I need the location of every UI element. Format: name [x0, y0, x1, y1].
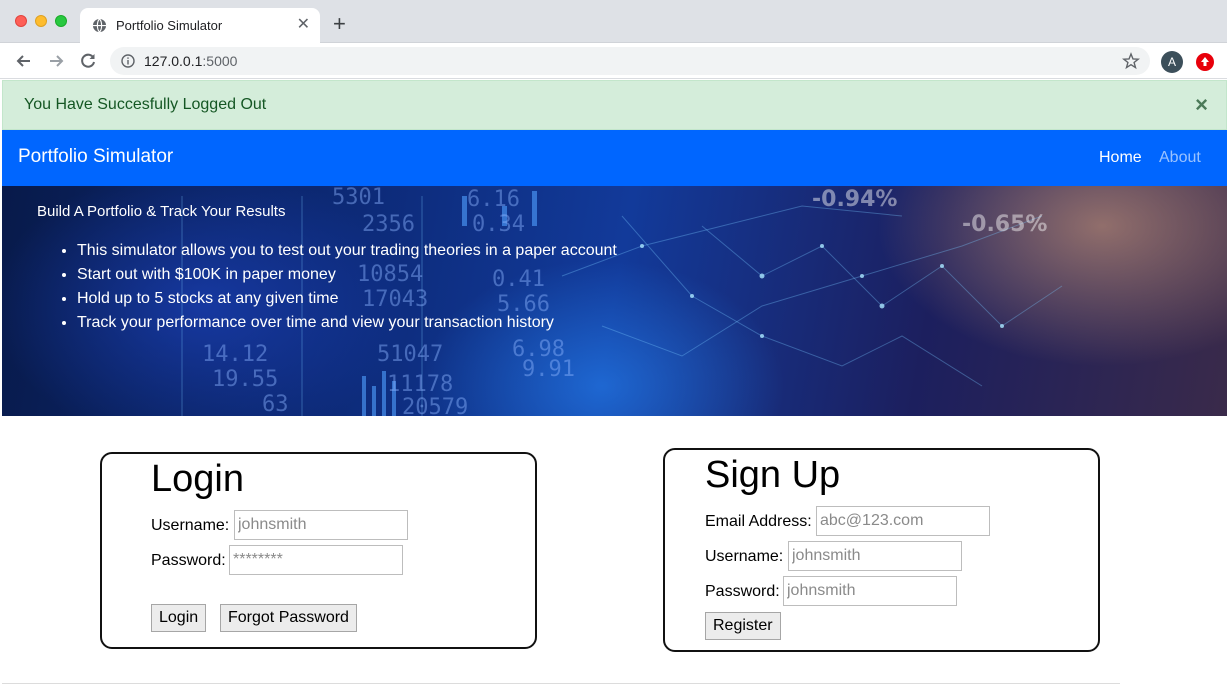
browser-tab[interactable]: Portfolio Simulator ✕: [80, 8, 320, 43]
email-label: Email Address:: [705, 513, 812, 530]
username-label: Username:: [705, 548, 784, 565]
bookmark-star-icon[interactable]: [1122, 52, 1140, 70]
signup-email-input[interactable]: [816, 506, 990, 536]
svg-text:20579: 20579: [402, 395, 468, 416]
reload-icon[interactable]: [78, 51, 98, 71]
url-port: :5000: [202, 53, 238, 69]
logout-alert: You Have Succesfully Logged Out ×: [2, 80, 1227, 130]
svg-text:0.34: 0.34: [472, 212, 525, 237]
login-title: Login: [151, 458, 244, 500]
info-icon[interactable]: [121, 54, 135, 68]
tab-title: Portfolio Simulator: [116, 18, 223, 33]
login-username-input[interactable]: [234, 510, 408, 540]
svg-text:5301: 5301: [332, 186, 385, 210]
login-password-input[interactable]: [229, 545, 403, 575]
forward-arrow-icon[interactable]: [46, 51, 66, 71]
hero-bullet-list: This simulator allows you to test out yo…: [77, 242, 617, 338]
svg-text:6.16: 6.16: [467, 187, 520, 212]
list-item: This simulator allows you to test out yo…: [77, 242, 617, 266]
login-button[interactable]: Login: [151, 604, 207, 632]
profile-avatar[interactable]: A: [1161, 51, 1183, 73]
list-item: Start out with $100K in paper money: [77, 266, 617, 290]
alert-message: You Have Succesfully Logged Out: [24, 96, 267, 113]
password-label: Password:: [705, 583, 780, 600]
list-item: Hold up to 5 stocks at any given time: [77, 290, 617, 314]
globe-icon: [92, 18, 107, 33]
svg-text:19.55: 19.55: [212, 367, 278, 392]
svg-text:-0.94%: -0.94%: [812, 187, 897, 212]
signup-title: Sign Up: [705, 454, 841, 496]
minimize-window-button[interactable]: [35, 15, 47, 27]
back-arrow-icon[interactable]: [14, 51, 34, 71]
hero-title: Build A Portfolio & Track Your Results: [37, 203, 286, 220]
nav-link-home[interactable]: Home: [1099, 149, 1142, 167]
register-button[interactable]: Register: [705, 612, 781, 640]
navbar-brand[interactable]: Portfolio Simulator: [18, 146, 173, 168]
maximize-window-button[interactable]: [55, 15, 67, 27]
signup-password-input[interactable]: [783, 576, 957, 606]
browser-tab-bar: Portfolio Simulator ✕ +: [0, 0, 1227, 43]
url-host: 127.0.0.1: [144, 53, 203, 69]
nav-link-about[interactable]: About: [1159, 149, 1201, 167]
list-item: Track your performance over time and vie…: [77, 314, 617, 338]
address-bar[interactable]: 127.0.0.1:5000: [110, 47, 1150, 75]
login-form: Login Username: Password: Login Forgot P…: [100, 452, 537, 649]
new-tab-button[interactable]: +: [333, 12, 346, 36]
close-window-button[interactable]: [15, 15, 27, 27]
svg-text:-0.65%: -0.65%: [962, 212, 1047, 237]
username-label: Username:: [151, 517, 230, 534]
password-label: Password:: [151, 552, 226, 569]
divider: [2, 683, 1120, 684]
extension-icon[interactable]: [1195, 52, 1215, 72]
svg-text:14.12: 14.12: [202, 342, 268, 367]
svg-text:2356: 2356: [362, 212, 415, 237]
svg-text:63: 63: [262, 392, 289, 416]
signup-form: Sign Up Email Address: Username: Passwor…: [663, 448, 1100, 652]
close-icon[interactable]: ✕: [297, 16, 310, 34]
browser-toolbar: 127.0.0.1:5000: [0, 43, 1227, 79]
navbar: Portfolio Simulator Home About: [2, 130, 1227, 186]
svg-text:9.91: 9.91: [522, 357, 575, 382]
url-text: 127.0.0.1:5000: [144, 53, 237, 69]
hero-banner: 5301 2356 10854 17043 51047 11178 20579 …: [2, 186, 1227, 416]
forgot-password-button[interactable]: Forgot Password: [220, 604, 357, 632]
signup-username-input[interactable]: [788, 541, 962, 571]
close-icon[interactable]: ×: [1195, 94, 1208, 116]
svg-text:51047: 51047: [377, 342, 443, 367]
svg-text:11178: 11178: [387, 372, 453, 397]
